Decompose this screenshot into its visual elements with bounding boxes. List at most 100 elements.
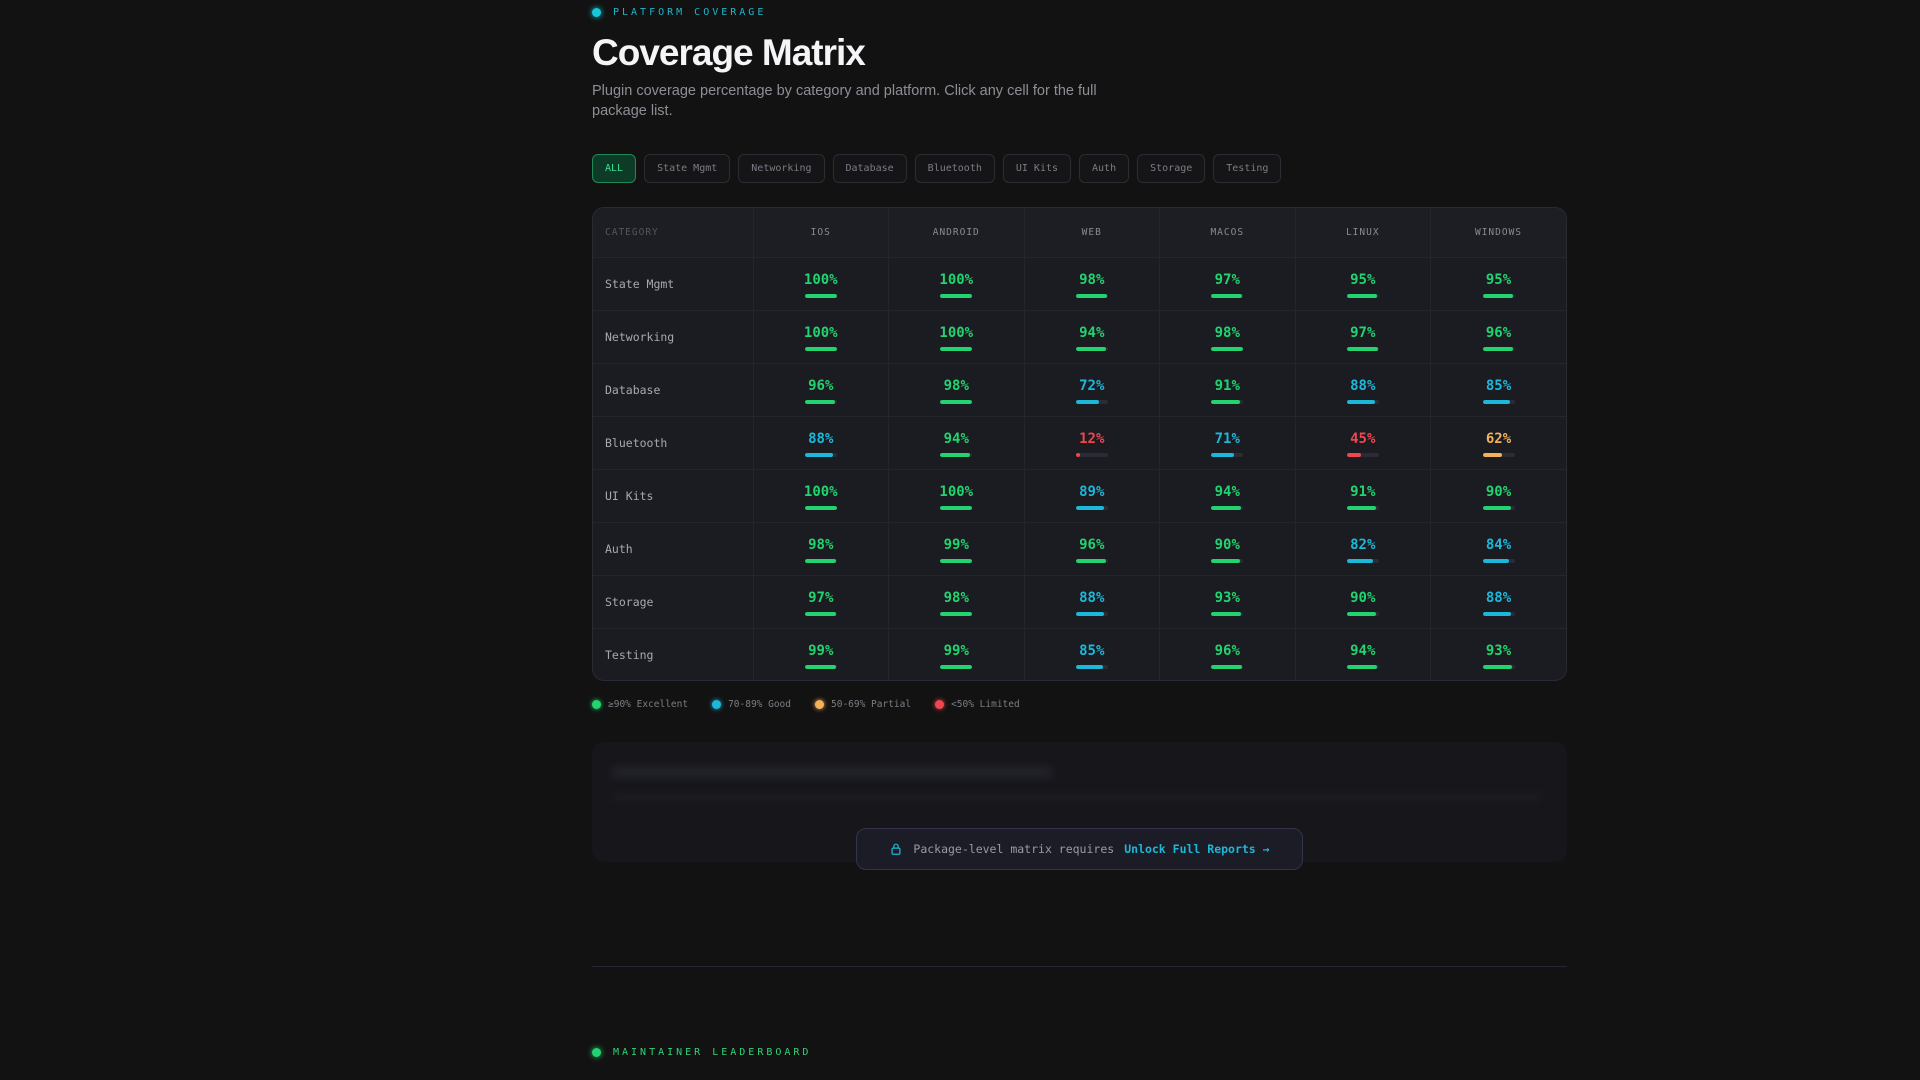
table-row: Testing 99% 99% 85% 96% 94% 93% [593, 628, 1567, 680]
filter-chip-ui-kits[interactable]: UI Kits [1002, 154, 1072, 183]
filter-chip-storage[interactable]: Storage [1137, 154, 1206, 183]
table-row: Networking 100% 100% 94% 98% 97% 96% [593, 310, 1566, 364]
coverage-cell[interactable]: 96% [1159, 628, 1296, 680]
filter-chip-auth[interactable]: Auth [1079, 154, 1130, 183]
coverage-cell[interactable]: 99% [888, 628, 1025, 680]
coverage-percent: 98% [943, 377, 969, 394]
category-label: Database [593, 363, 754, 417]
coverage-cell[interactable]: 85% [1024, 628, 1160, 680]
coverage-cell[interactable]: 90% [1430, 469, 1566, 523]
legend-label: <50% Limited [951, 699, 1020, 710]
coverage-bar [1211, 664, 1244, 669]
coverage-bar [940, 558, 973, 563]
coverage-cell[interactable]: 88% [753, 416, 889, 470]
coverage-cell[interactable]: 93% [1159, 575, 1296, 629]
coverage-cell[interactable]: 100% [888, 257, 1025, 311]
coverage-cell[interactable]: 99% [888, 522, 1025, 576]
coverage-cell[interactable]: 95% [1430, 257, 1566, 311]
coverage-cell[interactable]: 82% [1295, 522, 1431, 576]
coverage-cell[interactable]: 96% [753, 363, 889, 417]
coverage-cell[interactable]: 94% [1159, 469, 1296, 523]
coverage-cell[interactable]: 88% [1430, 575, 1566, 629]
coverage-percent: 89% [1079, 483, 1105, 500]
coverage-bar-fill [1211, 611, 1241, 616]
coverage-percent: 90% [1350, 589, 1376, 606]
coverage-bar [1211, 558, 1244, 563]
coverage-cell[interactable]: 93% [1431, 628, 1567, 680]
coverage-cell[interactable]: 99% [753, 628, 889, 680]
platform-header-linux: LINUX [1295, 208, 1431, 258]
coverage-percent: 90% [1485, 483, 1512, 500]
coverage-bar [1346, 664, 1379, 669]
coverage-bar [940, 346, 973, 351]
coverage-cell[interactable]: 96% [1024, 522, 1160, 576]
coverage-cell[interactable]: 100% [753, 257, 889, 311]
coverage-cell[interactable]: 98% [888, 575, 1025, 629]
filter-chip-testing[interactable]: Testing [1213, 154, 1282, 183]
coverage-bar [1346, 293, 1379, 298]
filter-chip-database[interactable]: Database [832, 154, 907, 183]
coverage-cell[interactable]: 97% [753, 575, 889, 629]
coverage-cell[interactable]: 90% [1159, 522, 1296, 576]
coverage-cell[interactable]: 91% [1159, 363, 1296, 417]
coverage-cell[interactable]: 98% [888, 363, 1025, 417]
section-divider [592, 966, 1567, 967]
coverage-cell[interactable]: 62% [1430, 416, 1566, 470]
coverage-bar-fill [940, 558, 972, 563]
coverage-percent: 82% [1350, 536, 1376, 553]
coverage-bar [1211, 505, 1244, 510]
category-label: Networking [593, 310, 754, 364]
coverage-cell[interactable]: 94% [1024, 310, 1160, 364]
coverage-cell[interactable]: 100% [753, 310, 889, 364]
coverage-cell[interactable]: 91% [1295, 469, 1431, 523]
coverage-bar-fill [804, 399, 836, 404]
coverage-bar-fill [1211, 664, 1242, 669]
coverage-bar [1482, 399, 1515, 404]
page-subtitle: Plugin coverage percentage by category a… [592, 83, 1097, 119]
coverage-bar [940, 293, 973, 298]
coverage-cell[interactable]: 84% [1430, 522, 1566, 576]
coverage-bar [804, 346, 837, 351]
coverage-cell[interactable]: 97% [1159, 257, 1296, 311]
coverage-cell[interactable]: 94% [1295, 628, 1431, 680]
coverage-bar [1346, 399, 1379, 404]
coverage-cell[interactable]: 96% [1430, 310, 1566, 364]
coverage-percent: 98% [1214, 324, 1240, 341]
unlock-banner: Package-level matrix requires Unlock Ful… [856, 828, 1303, 870]
coverage-cell[interactable]: 90% [1295, 575, 1431, 629]
coverage-cell[interactable]: 98% [1159, 310, 1296, 364]
filter-chip-all[interactable]: ALL [592, 154, 637, 183]
coverage-bar [1346, 452, 1379, 457]
coverage-cell[interactable]: 88% [1295, 363, 1431, 417]
coverage-cell[interactable]: 95% [1295, 257, 1431, 311]
coverage-percent: 90% [1214, 536, 1240, 553]
coverage-cell[interactable]: 100% [888, 469, 1025, 523]
unlock-full-reports-link[interactable]: Unlock Full Reports → [1124, 842, 1269, 856]
coverage-bar-fill [1482, 558, 1510, 563]
coverage-bar-fill [1482, 346, 1514, 351]
coverage-cell[interactable]: 98% [1024, 257, 1160, 311]
coverage-cell[interactable]: 100% [888, 310, 1025, 364]
coverage-cell[interactable]: 88% [1024, 575, 1160, 629]
coverage-cell[interactable]: 94% [888, 416, 1025, 470]
coverage-cell[interactable]: 85% [1430, 363, 1566, 417]
table-row: UI Kits 100% 100% 89% 94% 91% 90% [593, 469, 1566, 523]
filter-chip-state-mgmt[interactable]: State Mgmt [644, 154, 731, 183]
coverage-cell[interactable]: 100% [753, 469, 889, 523]
coverage-cell[interactable]: 97% [1295, 310, 1431, 364]
coverage-cell[interactable]: 45% [1295, 416, 1431, 470]
eyebrow-dot [592, 8, 601, 17]
coverage-bar [1346, 558, 1379, 563]
coverage-cell[interactable]: 72% [1024, 363, 1160, 417]
coverage-cell[interactable]: 89% [1024, 469, 1160, 523]
coverage-bar-fill [1075, 293, 1108, 298]
coverage-bar-fill [1211, 399, 1241, 404]
filter-chip-bluetooth[interactable]: Bluetooth [914, 154, 995, 183]
coverage-cell[interactable]: 98% [753, 522, 889, 576]
coverage-bar [1075, 452, 1108, 457]
coverage-bar-fill [1346, 452, 1362, 457]
table-header-row: CATEGORY IOS ANDROID WEB MACOS LINUX WINDOWS [593, 208, 1566, 258]
coverage-cell[interactable]: 71% [1159, 416, 1296, 470]
coverage-cell[interactable]: 12% [1024, 416, 1160, 470]
filter-chip-networking[interactable]: Networking [738, 154, 825, 183]
